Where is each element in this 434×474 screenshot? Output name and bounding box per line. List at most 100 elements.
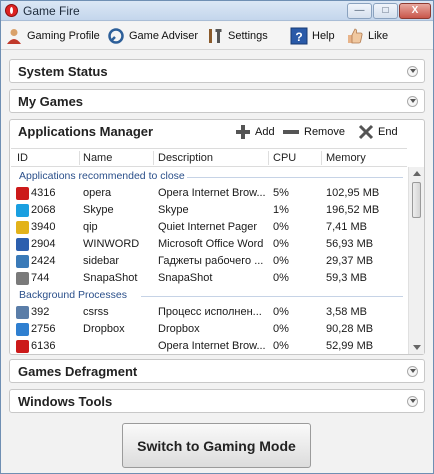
- end-x-icon: [358, 124, 374, 140]
- cell-name: SnapaShot: [83, 272, 138, 284]
- cell-cpu: 0%: [273, 306, 289, 318]
- cell-id: 744: [31, 272, 50, 284]
- process-table-body: Applications recommended to close 4316 ope…: [11, 168, 407, 354]
- game-fire-window: Game Fire — □ X Gaming Profile Game Advi…: [0, 0, 434, 474]
- scroll-up-icon[interactable]: [413, 171, 421, 176]
- minimize-button[interactable]: —: [347, 3, 372, 19]
- cell-description: Процесс исполнен...: [158, 306, 262, 318]
- table-row[interactable]: 4316 opera Opera Internet Brow... 5% 102,95 …: [11, 185, 407, 202]
- process-group-label: Background Processes: [19, 289, 127, 301]
- cell-id: 2068: [31, 204, 56, 216]
- cell-memory: 3,58 MB: [326, 306, 367, 318]
- cell-memory: 90,28 MB: [326, 323, 374, 335]
- cell-memory: 59,3 MB: [326, 272, 367, 284]
- cell-id: 4316: [31, 187, 56, 199]
- end-button[interactable]: End: [358, 124, 398, 140]
- group-divider: [187, 177, 403, 178]
- table-row[interactable]: 2068 Skype Skype 1% 196,52 MB: [11, 202, 407, 219]
- remove-label: Remove: [304, 126, 345, 138]
- column-header-id[interactable]: ID: [17, 152, 28, 164]
- cell-id: 2904: [31, 238, 56, 250]
- scroll-down-icon[interactable]: [413, 345, 421, 350]
- column-header-cpu[interactable]: CPU: [273, 152, 296, 164]
- process-table-header: ID Name Description CPU Memory: [11, 148, 407, 167]
- like-button[interactable]: Like: [346, 26, 388, 46]
- remove-button[interactable]: Remove: [282, 124, 345, 140]
- group-divider: [141, 296, 403, 297]
- cell-cpu: 0%: [273, 340, 289, 352]
- minus-icon: [283, 130, 299, 134]
- cell-description: Opera Internet Brow...: [158, 187, 266, 199]
- game-fire-logo-icon: [5, 4, 18, 17]
- cell-id: 2424: [31, 255, 56, 267]
- games-defragment-panel[interactable]: Games Defragment: [9, 359, 425, 383]
- help-button[interactable]: ? Help: [290, 26, 335, 46]
- chevron-down-icon[interactable]: [407, 66, 418, 77]
- opera-icon: [16, 340, 29, 353]
- system-status-panel[interactable]: System Status: [9, 59, 425, 83]
- scroll-thumb[interactable]: [412, 182, 421, 218]
- thumbs-up-icon: [346, 27, 364, 45]
- cell-cpu: 0%: [273, 238, 289, 250]
- cell-name: Skype: [83, 204, 114, 216]
- table-row[interactable]: 2756 Dropbox Dropbox 0% 90,28 MB: [11, 321, 407, 338]
- svg-text:?: ?: [295, 30, 302, 44]
- dropbox-icon: [16, 323, 29, 336]
- my-games-title: My Games: [18, 94, 84, 109]
- table-row[interactable]: 3940 qip Quiet Internet Pager 0% 7,41 MB: [11, 219, 407, 236]
- switch-to-gaming-mode-button[interactable]: Switch to Gaming Mode: [122, 423, 311, 468]
- column-header-name[interactable]: Name: [83, 152, 112, 164]
- table-row[interactable]: 392 csrss Процесс исполнен... 0% 3,58 MB: [11, 304, 407, 321]
- cell-memory: 7,41 MB: [326, 221, 367, 233]
- settings-button[interactable]: Settings: [206, 26, 268, 46]
- table-row[interactable]: 6136 Opera Internet Brow... 0% 52,99 MB: [11, 338, 407, 354]
- cell-description: Microsoft Office Word: [158, 238, 264, 250]
- column-separator: [153, 151, 154, 165]
- column-separator: [321, 151, 322, 165]
- help-label: Help: [312, 30, 335, 42]
- cell-name: sidebar: [83, 255, 120, 267]
- tools-icon: [206, 27, 224, 45]
- add-button[interactable]: Add: [235, 124, 275, 140]
- cell-name: csrss: [83, 306, 109, 318]
- process-table-scrollbar[interactable]: [408, 167, 424, 354]
- maximize-button[interactable]: □: [373, 3, 398, 19]
- table-row[interactable]: 744 SnapaShot SnapaShot 0% 59,3 MB: [11, 270, 407, 287]
- process-group-label: Applications recommended to close: [19, 170, 185, 182]
- cell-id: 6136: [31, 340, 56, 352]
- add-label: Add: [255, 126, 275, 138]
- cell-description: Opera Internet Brow...: [158, 340, 266, 352]
- table-row[interactable]: 2424 sidebar Гаджеты рабочего ... 0% 29,37 M…: [11, 253, 407, 270]
- adviser-icon: [107, 27, 125, 45]
- chevron-down-icon[interactable]: [407, 366, 418, 377]
- cell-description: SnapaShot: [158, 272, 213, 284]
- chevron-down-icon[interactable]: [407, 96, 418, 107]
- cell-name: opera: [83, 187, 112, 199]
- windows-tools-panel[interactable]: Windows Tools: [9, 389, 425, 413]
- close-button[interactable]: X: [399, 3, 431, 19]
- cell-cpu: 0%: [273, 272, 289, 284]
- table-row[interactable]: 2904 WINWORD Microsoft Office Word 0% 56,93 …: [11, 236, 407, 253]
- word-icon: [16, 238, 29, 251]
- cell-description: Skype: [158, 204, 189, 216]
- chevron-down-icon[interactable]: [407, 396, 418, 407]
- cell-cpu: 5%: [273, 187, 289, 199]
- my-games-panel[interactable]: My Games: [9, 89, 425, 113]
- cell-description: Quiet Internet Pager: [158, 221, 258, 233]
- gaming-profile-button[interactable]: Gaming Profile: [5, 26, 100, 46]
- cell-id: 3940: [31, 221, 56, 233]
- cell-description: Dropbox: [158, 323, 200, 335]
- cell-cpu: 0%: [273, 323, 289, 335]
- title-bar: Game Fire — □ X: [1, 1, 433, 21]
- column-header-description[interactable]: Description: [158, 152, 213, 164]
- cell-memory: 196,52 MB: [326, 204, 380, 216]
- toolbar: Gaming Profile Game Adviser Settings ? H…: [1, 22, 433, 50]
- column-header-memory[interactable]: Memory: [326, 152, 366, 164]
- cell-name: qip: [83, 221, 98, 233]
- game-adviser-button[interactable]: Game Adviser: [107, 26, 198, 46]
- cell-name: Dropbox: [83, 323, 125, 335]
- applications-manager-title: Applications Manager: [18, 124, 154, 139]
- opera-icon: [16, 187, 29, 200]
- sidebar-icon: [16, 255, 29, 268]
- cell-memory: 29,37 MB: [326, 255, 374, 267]
